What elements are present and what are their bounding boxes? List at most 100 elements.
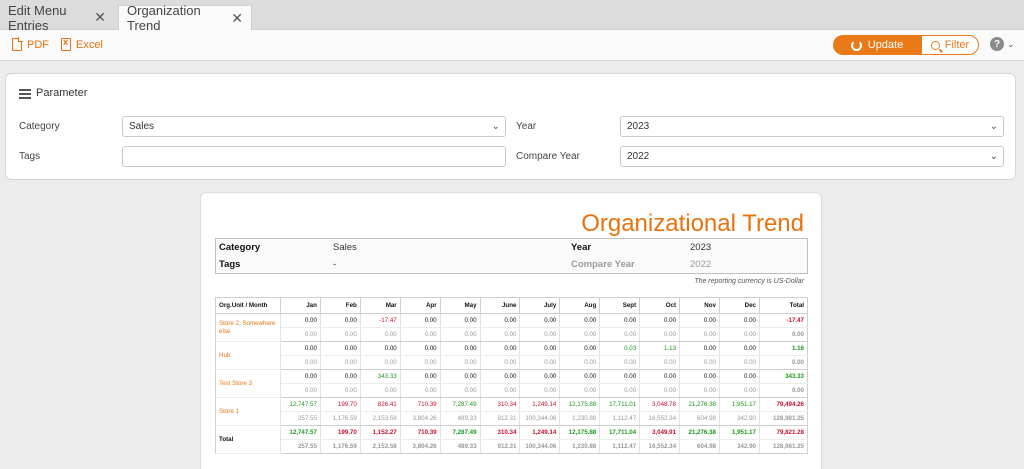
value-cell-previous: 128,981.25 bbox=[759, 439, 808, 454]
report-header-box: Category Sales Tags - Year 2023 Compare … bbox=[215, 238, 808, 274]
value-cell-current: 21,276.38 bbox=[679, 397, 720, 412]
value-cell-previous: 0.00 bbox=[319, 327, 361, 342]
value-cell-previous: 128,981.25 bbox=[759, 411, 808, 426]
value-cell-previous: 0.00 bbox=[479, 383, 521, 398]
value-cell-current: 1,249.14 bbox=[519, 425, 561, 440]
close-icon[interactable]: ✕ bbox=[231, 10, 243, 27]
pdf-button[interactable]: PDF bbox=[12, 37, 49, 51]
org-unit-cell[interactable]: Test Store 3 bbox=[215, 369, 281, 398]
update-label: Update bbox=[867, 39, 904, 51]
column-header-org-unit: Org.Unit / Month bbox=[215, 297, 281, 314]
help-icon: ? bbox=[990, 37, 1004, 51]
search-icon bbox=[930, 40, 940, 50]
value-cell-previous: 16,552.34 bbox=[639, 411, 681, 426]
tab-edit-menu-entries[interactable]: Edit Menu Entries ✕ bbox=[0, 2, 114, 33]
year-select[interactable]: 2023 ⌄ bbox=[620, 116, 1004, 137]
value-cell-current: 79,821.28 bbox=[759, 425, 808, 440]
pdf-file-icon bbox=[12, 37, 23, 51]
column-header-nov: Nov bbox=[679, 297, 720, 314]
value-cell-previous: 0.00 bbox=[280, 327, 321, 342]
value-cell-current: 199.70 bbox=[319, 397, 361, 412]
value-cell-current: 1,951.17 bbox=[718, 425, 761, 440]
value-cell-previous: 0.00 bbox=[479, 355, 521, 370]
table-header-row: Org.Unit / Month Jan Feb Mar Apr May June July A… bbox=[215, 297, 808, 314]
org-unit-cell[interactable]: Hub bbox=[215, 341, 281, 370]
header-category-label: Category bbox=[219, 242, 261, 253]
filter-button[interactable]: Filter bbox=[921, 35, 979, 55]
value-cell-previous: 3,804.26 bbox=[399, 411, 441, 426]
value-cell-current: 0.00 bbox=[639, 313, 681, 328]
value-cell-previous: 100,344.06 bbox=[519, 411, 561, 426]
category-select[interactable]: Sales ⌄ bbox=[122, 116, 506, 137]
value-cell-current: 343.33 bbox=[359, 369, 401, 384]
value-cell-previous: 0.00 bbox=[399, 355, 441, 370]
value-cell-previous: 2,153.58 bbox=[359, 439, 401, 454]
tags-input[interactable] bbox=[122, 146, 506, 167]
value-cell-previous: 0.00 bbox=[559, 383, 601, 398]
value-cell-current: 12,175.88 bbox=[559, 397, 601, 412]
table-row: Store 2, Somewhere else 0.00 0.00 -17.47 0.0… bbox=[215, 313, 808, 342]
close-icon[interactable]: ✕ bbox=[94, 9, 106, 26]
value-cell-previous: 0.00 bbox=[639, 327, 681, 342]
value-cell-previous: 1,112.47 bbox=[599, 439, 641, 454]
value-cell-current: 0.00 bbox=[679, 341, 720, 356]
value-cell-current: 0.00 bbox=[519, 369, 561, 384]
tab-organization-trend[interactable]: Organization Trend ✕ bbox=[118, 3, 252, 33]
value-cell-current: 0.00 bbox=[439, 313, 481, 328]
value-cell-current: 12,175.88 bbox=[559, 425, 601, 440]
value-cell-current: 0.00 bbox=[718, 369, 761, 384]
value-cell-previous: 0.00 bbox=[718, 355, 761, 370]
column-header-july: July bbox=[519, 297, 561, 314]
chevron-down-icon: ⌄ bbox=[1007, 38, 1015, 49]
pdf-label: PDF bbox=[27, 38, 49, 51]
table-row: Test Store 3 0.00 0.00 343.33 0.00 0.00 0.00 0.… bbox=[215, 369, 808, 398]
value-cell-current: 0.00 bbox=[439, 369, 481, 384]
update-button[interactable]: Update bbox=[833, 35, 921, 55]
value-cell-current: 0.00 bbox=[319, 313, 361, 328]
category-label: Category bbox=[19, 121, 60, 132]
header-category-value: Sales bbox=[333, 242, 357, 253]
value-cell-previous: 604.98 bbox=[679, 439, 720, 454]
org-unit-cell[interactable]: Store 1 bbox=[215, 397, 281, 426]
value-cell-previous: 0.00 bbox=[280, 355, 321, 370]
value-cell-previous: 0.00 bbox=[439, 383, 481, 398]
value-cell-previous: 0.00 bbox=[479, 327, 521, 342]
value-cell-previous: 0.00 bbox=[519, 383, 561, 398]
value-cell-current: 0.00 bbox=[280, 369, 321, 384]
header-compare-year-label: Compare Year bbox=[571, 259, 635, 270]
value-cell-previous: 489.33 bbox=[439, 439, 481, 454]
help-menu-button[interactable]: ? ⌄ bbox=[990, 37, 1015, 51]
value-cell-current: 0.00 bbox=[439, 341, 481, 356]
value-cell-previous: 0.00 bbox=[359, 327, 401, 342]
value-cell-current: 0.00 bbox=[479, 369, 521, 384]
value-cell-previous: 0.00 bbox=[718, 327, 761, 342]
org-unit-cell[interactable]: Store 2, Somewhere else bbox=[215, 313, 281, 342]
value-cell-previous: 1,176.59 bbox=[319, 411, 361, 426]
value-cell-current: 0.03 bbox=[599, 341, 641, 356]
column-header-feb: Feb bbox=[319, 297, 361, 314]
sliders-icon bbox=[19, 88, 31, 99]
value-cell-current: 343.33 bbox=[759, 369, 808, 384]
value-cell-current: 710.39 bbox=[399, 425, 441, 440]
value-cell-current: 0.00 bbox=[280, 313, 321, 328]
value-cell-current: 0.00 bbox=[559, 369, 601, 384]
value-cell-current: 0.00 bbox=[479, 313, 521, 328]
value-cell-previous: 3,804.26 bbox=[399, 439, 441, 454]
table-row: Store 1 12,747.57 199.70 826.41 710.39 7,287.… bbox=[215, 397, 808, 426]
header-tags-value: - bbox=[333, 259, 337, 270]
table-row: 257.55 1,176.59 2,153.58 3,804.26 489.33 912.… bbox=[216, 439, 808, 454]
value-cell-previous: 16,552.34 bbox=[639, 439, 681, 454]
compare-year-select[interactable]: 2022 ⌄ bbox=[620, 146, 1004, 167]
value-cell-current: 1.13 bbox=[639, 341, 681, 356]
value-cell-previous: 0.00 bbox=[759, 383, 808, 398]
table-row: Hub 0.00 0.00 0.00 0.00 0.00 0.00 0.00 0.00 0.03 1… bbox=[215, 341, 808, 370]
tags-label: Tags bbox=[19, 151, 41, 162]
value-cell-previous: 0.00 bbox=[759, 327, 808, 342]
currency-note: The reporting currency is US-Dollar bbox=[694, 278, 804, 285]
parameter-header[interactable]: Parameter bbox=[19, 87, 87, 99]
tab-label: Edit Menu Entries bbox=[8, 2, 67, 33]
excel-button[interactable]: Excel bbox=[61, 37, 103, 51]
value-cell-previous: 0.00 bbox=[679, 355, 720, 370]
value-cell-current: 0.00 bbox=[679, 313, 720, 328]
value-cell-current: 0.00 bbox=[679, 369, 720, 384]
